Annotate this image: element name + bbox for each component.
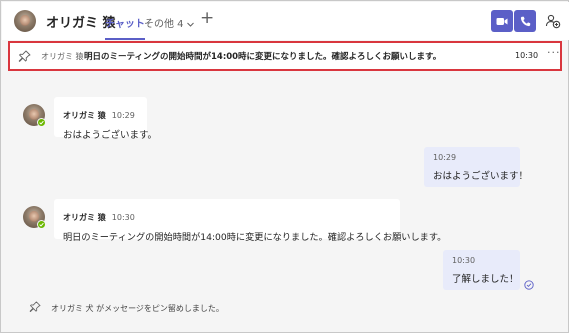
pin-icon bbox=[29, 301, 41, 312]
pinned-text: 明日のミーティングの開始時間が14:00時に変更になりました。確認よろしくお願い… bbox=[84, 52, 442, 62]
avatar[interactable] bbox=[14, 10, 36, 32]
message-text: おはようございます！ bbox=[433, 171, 529, 182]
presence-available-icon bbox=[37, 220, 46, 229]
message-text: おはようございます。 bbox=[63, 130, 158, 141]
message-time: 10:30 bbox=[452, 256, 476, 265]
message-author: オリガミ 猿 bbox=[63, 111, 106, 120]
message-text: 明日のミーティングの開始時間が14:00時に変更になりました。確認よろしくお願い… bbox=[63, 232, 447, 243]
pinned-time: 10:30 bbox=[515, 51, 539, 60]
pin-icon bbox=[18, 50, 31, 62]
phone-icon bbox=[520, 16, 530, 26]
add-tab-button[interactable]: + bbox=[200, 10, 214, 27]
video-call-button[interactable] bbox=[491, 10, 513, 32]
message-bubble-own[interactable]: 10:29 おはようございます！ bbox=[424, 147, 529, 187]
chat-header: オリガミ 猿 チャット その他 4 + bbox=[2, 2, 569, 40]
tab-more[interactable]: その他 4 bbox=[144, 15, 194, 30]
pinned-author: オリガミ 猿 bbox=[41, 52, 84, 61]
presence-available-icon bbox=[37, 118, 46, 127]
tab-chat[interactable]: チャット bbox=[105, 15, 145, 40]
tab-more-label: その他 4 bbox=[144, 19, 184, 30]
message-bubble[interactable]: オリガミ 猿 10:30 明日のミーティングの開始時間が14:00時に変更になりま… bbox=[54, 199, 446, 243]
chat-window: オリガミ 猿 チャット その他 4 + オリガミ 猿 明日のミーティングの開始時… bbox=[0, 0, 569, 333]
message-author: オリガミ 猿 bbox=[63, 213, 106, 222]
audio-call-button[interactable] bbox=[514, 10, 536, 32]
chevron-down-icon bbox=[186, 22, 194, 27]
video-camera-icon bbox=[496, 17, 508, 25]
more-options-button[interactable]: ··· bbox=[547, 47, 561, 58]
pinned-message-banner[interactable]: オリガミ 猿 明日のミーティングの開始時間が14:00時に変更になりました。確認… bbox=[8, 41, 562, 71]
message-text: 了解しました！ bbox=[452, 274, 519, 285]
message-bubble[interactable]: オリガミ 猿 10:29 おはようございます。 bbox=[54, 97, 157, 141]
message-time: 10:29 bbox=[433, 153, 457, 162]
message-time: 10:29 bbox=[111, 111, 135, 120]
message-bubble-own[interactable]: 10:30 了解しました！ bbox=[443, 250, 520, 290]
system-message: オリガミ 犬 がメッセージをピン留めしました。 bbox=[51, 304, 224, 313]
read-receipt-icon bbox=[524, 280, 534, 290]
message-time: 10:30 bbox=[111, 213, 135, 222]
add-people-icon[interactable] bbox=[545, 13, 561, 29]
